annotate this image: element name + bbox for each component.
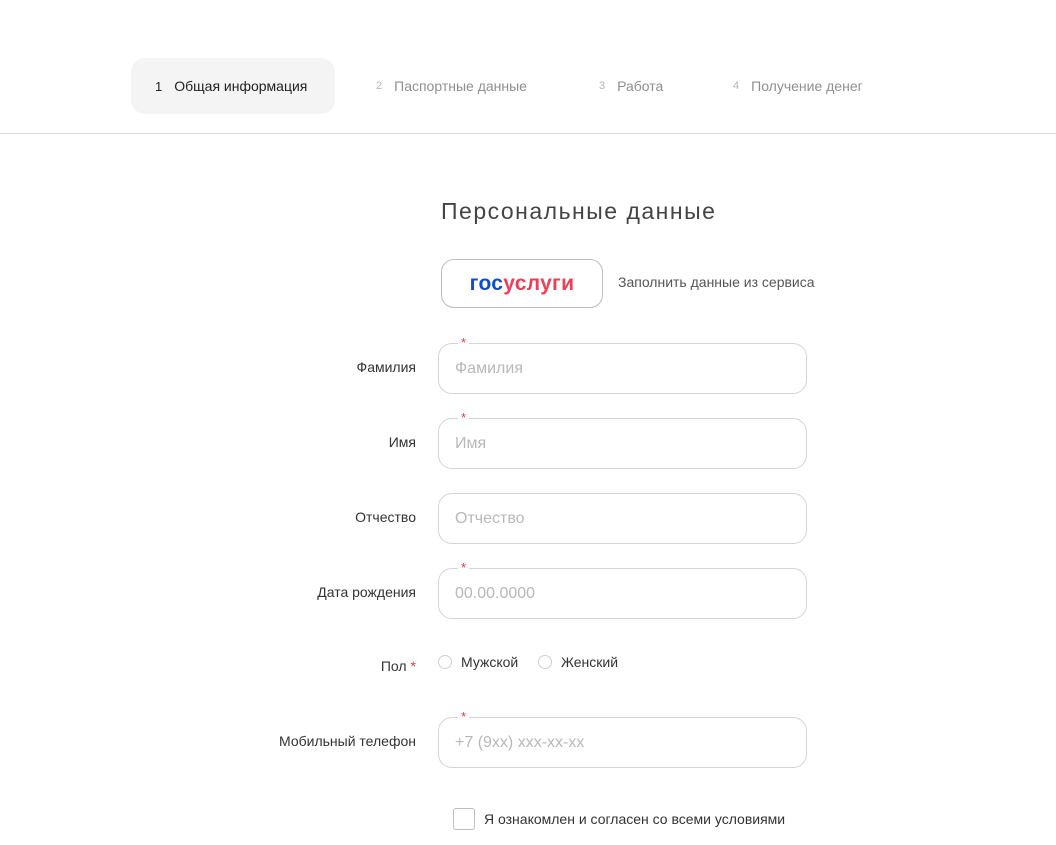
radio-circle-icon — [438, 655, 452, 669]
step-label: Работа — [617, 78, 664, 94]
surname-field-wrapper — [438, 343, 807, 394]
step-number: 2 — [376, 80, 383, 92]
gosuslugi-button[interactable]: гос услуги — [441, 259, 603, 308]
gender-label: Пол * — [381, 658, 416, 674]
gender-option-label: Женский — [561, 654, 619, 670]
phone-row: Мобильный телефон * — [0, 710, 1056, 769]
patronymic-row: Отчество — [0, 493, 1056, 545]
patronymic-field-wrapper — [438, 493, 807, 544]
patronymic-label: Отчество — [355, 509, 416, 525]
patronymic-input[interactable] — [439, 494, 806, 543]
stepper: 1 Общая информация 2 Паспортные данные 3… — [0, 0, 1056, 134]
surname-label: Фамилия — [356, 359, 416, 375]
agreement-checkbox-row[interactable]: Я ознакомлен и согласен со всеми условия… — [453, 808, 785, 830]
name-field-wrapper — [438, 418, 807, 469]
required-star: * — [458, 336, 470, 349]
step-label: Общая информация — [174, 78, 308, 94]
gender-option-label: Мужской — [461, 654, 519, 670]
phone-input[interactable] — [439, 718, 806, 767]
required-star: * — [458, 411, 470, 424]
birthdate-input[interactable] — [439, 569, 806, 618]
step-number: 3 — [599, 80, 606, 92]
phone-label: Мобильный телефон — [279, 733, 416, 749]
gender-radio-male[interactable]: Мужской — [438, 654, 518, 670]
required-star: * — [410, 658, 416, 674]
birthdate-row: Дата рождения * — [0, 561, 1056, 620]
gosuslugi-caption: Заполнить данные из сервиса — [618, 274, 815, 290]
gosuslugi-logo-part1: гос — [469, 271, 504, 295]
step-work[interactable]: 3 Работа — [599, 58, 663, 114]
agreement-label: Я ознакомлен и согласен со всеми условия… — [484, 811, 786, 827]
required-star: * — [458, 710, 470, 723]
step-general-info[interactable]: 1 Общая информация — [131, 58, 336, 114]
name-row: Имя * — [0, 411, 1056, 470]
name-input[interactable] — [439, 419, 806, 468]
gosuslugi-logo-part2: услуги — [503, 271, 575, 295]
birthdate-field-wrapper — [438, 568, 807, 619]
step-label: Получение денег — [751, 78, 863, 94]
step-label: Паспортные данные — [394, 78, 527, 94]
birthdate-label: Дата рождения — [317, 584, 416, 600]
surname-input[interactable] — [439, 344, 806, 393]
surname-row: Фамилия * — [0, 336, 1056, 395]
agreement-checkbox[interactable] — [453, 808, 475, 830]
name-label: Имя — [388, 434, 416, 450]
phone-field-wrapper — [438, 717, 807, 768]
step-receive-money[interactable]: 4 Получение денег — [733, 58, 863, 114]
step-number: 1 — [155, 78, 163, 94]
required-star: * — [458, 561, 470, 574]
step-number: 4 — [733, 80, 740, 92]
gender-label-text: Пол — [380, 658, 407, 674]
page-title: Персональные данные — [441, 198, 717, 224]
gender-row: Пол * Мужской Женский — [0, 652, 1056, 682]
radio-circle-icon — [538, 655, 552, 669]
gender-radio-female[interactable]: Женский — [538, 654, 618, 670]
step-passport[interactable]: 2 Паспортные данные — [376, 58, 527, 114]
